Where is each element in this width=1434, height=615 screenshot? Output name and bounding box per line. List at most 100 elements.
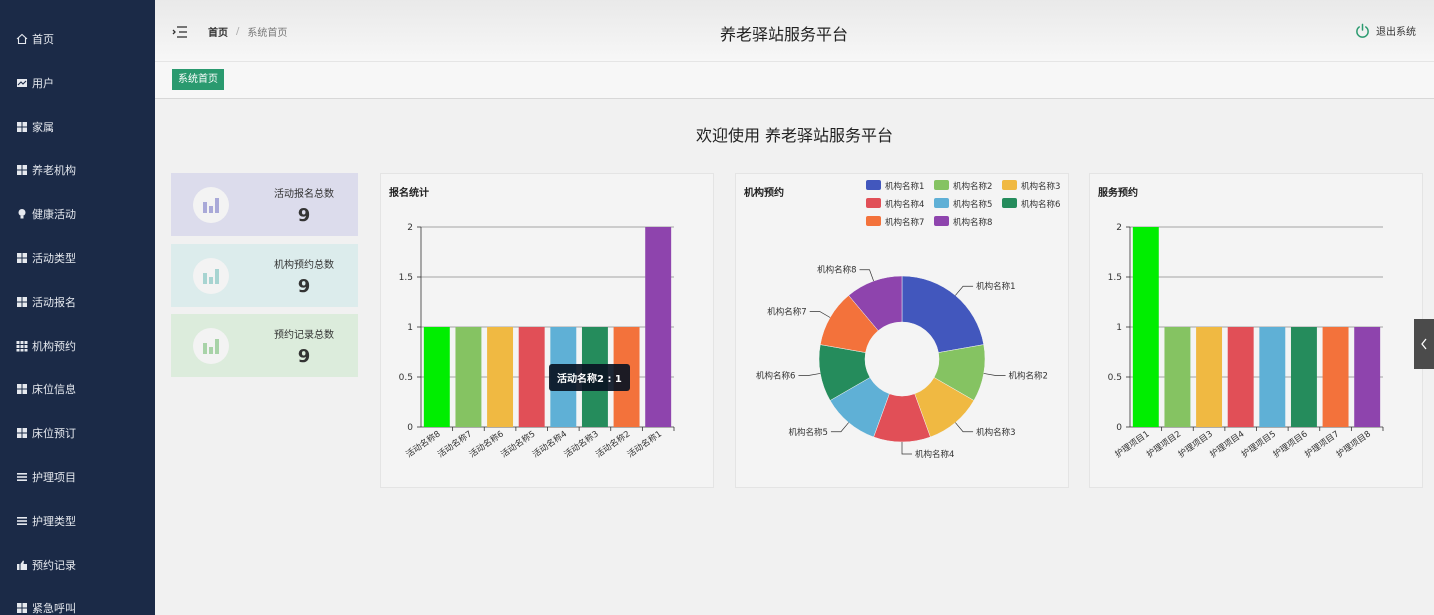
sidebar-item[interactable]: 床位预订 (0, 418, 155, 448)
home-icon (16, 33, 28, 45)
label-line (830, 422, 849, 433)
sidebar-item-label: 机构预约 (32, 339, 76, 353)
tab-bar: 系统首页 (155, 62, 1434, 99)
label-line (955, 285, 974, 296)
welcome-heading: 欢迎使用 养老驿站服务平台 (695, 126, 894, 145)
x-tick-label: 活动名称2 (594, 428, 633, 460)
legend-label: 机构名称3 (1021, 181, 1060, 192)
bar[interactable] (455, 327, 482, 427)
bar[interactable] (1322, 327, 1349, 427)
app-title: 养老驿站服务平台 (720, 25, 849, 44)
legend-item[interactable]: 机构名称7 (866, 216, 924, 228)
institution-chart-panel: 机构预约 机构名称1 机构名称2 机构名称3 机构名称4 机构名称5 机构名称6 机构名称7… (735, 173, 1069, 488)
y-tick-label: 1 (407, 323, 413, 333)
lightbulb-icon (16, 208, 28, 220)
sidebar-item-label: 活动报名 (32, 295, 76, 309)
sidebar-item[interactable]: 活动类型 (0, 243, 155, 273)
sidebar-item[interactable]: 预约记录 (0, 550, 155, 580)
legend-item[interactable]: 机构名称1 (866, 180, 924, 192)
sidebar-item-label: 床位信息 (32, 383, 76, 397)
y-tick-label: 1 (1116, 323, 1122, 333)
sidebar-item[interactable]: 养老机构 (0, 155, 155, 185)
grid-icon (16, 383, 28, 395)
pie-slice[interactable] (901, 275, 985, 353)
legend-item[interactable]: 机构名称4 (866, 198, 924, 210)
bar-chart-icon (193, 258, 229, 294)
bar[interactable] (1354, 327, 1381, 427)
registration-chart-panel: 报名统计 0 0.5 1 1.5 2 活动名称8 活动名称7 活动名称6 活动名称5 活动名称4 活… (380, 173, 714, 488)
bar[interactable] (423, 327, 450, 427)
breadcrumb: 首页 / 系统首页 (208, 24, 287, 39)
grid-icon (16, 602, 28, 614)
grid9-icon (16, 340, 28, 352)
legend-item[interactable]: 机构名称5 (934, 198, 992, 210)
breadcrumb-current: 系统首页 (247, 28, 288, 39)
collapse-handle[interactable] (1414, 319, 1434, 369)
sidebar-item-label: 预约记录 (32, 558, 76, 572)
breadcrumb-separator: / (236, 26, 240, 37)
legend-swatch (866, 180, 881, 190)
sidebar-item-label: 活动类型 (32, 252, 76, 265)
sidebar-item[interactable]: 护理项目 (0, 462, 155, 492)
legend-label: 机构名称4 (885, 199, 924, 210)
bar[interactable] (1132, 227, 1159, 427)
slice-label: 机构名称4 (915, 449, 954, 460)
legend-swatch (866, 216, 881, 226)
y-tick-label: 2 (407, 223, 413, 233)
bar[interactable] (645, 227, 672, 427)
bar[interactable] (1164, 327, 1191, 427)
sidebar-item[interactable]: 护理类型 (0, 506, 155, 536)
legend-item[interactable]: 机构名称3 (1002, 180, 1060, 192)
breadcrumb-home[interactable]: 首页 (208, 24, 228, 39)
sidebar-item-label: 养老机构 (32, 164, 76, 178)
legend-swatch (1002, 180, 1017, 190)
legend-item[interactable]: 机构名称2 (934, 180, 992, 192)
x-tick-label: 护理项目4 (1208, 428, 1247, 460)
bar[interactable] (1227, 327, 1254, 427)
sidebar-item[interactable]: 健康活动 (0, 199, 155, 229)
legend-label: 机构名称7 (885, 217, 924, 228)
legend-label: 机构名称6 (1021, 199, 1060, 210)
stat-value: 9 (297, 205, 311, 226)
grid-icon (16, 252, 28, 264)
grid-icon (16, 121, 28, 133)
bar[interactable] (1196, 327, 1223, 427)
stat-card: 活动报名总数 9 (171, 173, 358, 236)
registration-bar-chart: 00.511.52活动名称8活动名称7活动名称6活动名称5活动名称4活动名称3活… (399, 223, 675, 460)
sidebar-item[interactable]: 活动报名 (0, 287, 155, 317)
legend-swatch (1002, 198, 1017, 208)
sidebar-item[interactable]: 床位信息 (0, 374, 155, 404)
legend-swatch (866, 198, 881, 208)
x-tick-label: 护理项目2 (1145, 428, 1184, 460)
logout-button[interactable]: 退出系统 (1355, 23, 1416, 38)
slice-label: 机构名称7 (767, 307, 806, 318)
tab-system-home[interactable]: 系统首页 (172, 69, 224, 90)
bar[interactable] (1259, 327, 1286, 427)
label-line (859, 269, 874, 282)
legend-swatch (934, 216, 949, 226)
label-line (901, 442, 912, 455)
y-tick-label: 0 (407, 423, 413, 433)
legend-item[interactable]: 机构名称8 (934, 216, 992, 228)
legend-label: 机构名称2 (953, 181, 992, 192)
x-tick-label: 护理项目3 (1176, 428, 1215, 460)
list-icon (16, 515, 28, 527)
sidebar-item[interactable]: 首页 (0, 24, 155, 54)
sidebar-item[interactable]: 机构预约 (0, 331, 155, 361)
legend-item[interactable]: 机构名称6 (1002, 198, 1060, 210)
bar[interactable] (487, 327, 514, 427)
stat-card: 机构预约总数 9 (171, 244, 358, 307)
x-tick-label: 护理项目5 (1239, 428, 1278, 460)
sidebar-item-label: 健康活动 (32, 208, 76, 222)
sidebar-item-label: 护理项目 (32, 471, 76, 484)
sidebar-item[interactable]: 家属 (0, 112, 155, 142)
legend-swatch (934, 180, 949, 190)
menu-toggle-icon[interactable] (172, 24, 188, 38)
bar[interactable] (1290, 327, 1317, 427)
chart-tooltip: 活动名称2 : 1 (549, 364, 630, 391)
sidebar-item[interactable]: 用户 (0, 68, 155, 98)
y-tick-label: 1.5 (1108, 273, 1122, 283)
sidebar-item[interactable]: 紧急呼叫 (0, 593, 155, 615)
bar[interactable] (518, 327, 545, 427)
x-tick-label: 活动名称6 (467, 428, 506, 460)
